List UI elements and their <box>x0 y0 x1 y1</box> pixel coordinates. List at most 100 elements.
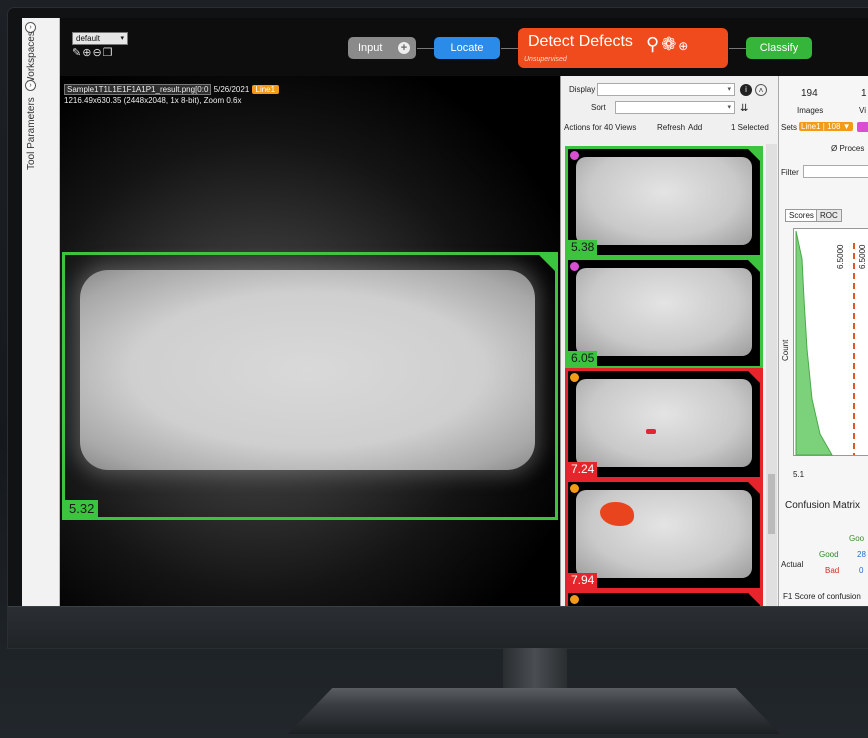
set-dot-icon <box>570 151 579 160</box>
workspaces-tab[interactable]: Workspaces <box>26 31 40 86</box>
add-remove-tool-icon[interactable]: ⊕ <box>678 39 690 53</box>
set-dot-icon <box>570 595 579 604</box>
thumbnail-score: 5.38 <box>568 240 598 255</box>
thumbnail-score: 6.05 <box>568 351 598 366</box>
thumbnail-item[interactable]: 5.38 <box>565 146 763 258</box>
views-count: 1 <box>861 88 867 99</box>
image-filename: Sample1T1L1E1F1A1P1_result.png[0:0 <box>64 84 212 95</box>
confusion-cell-good-good: 28 <box>857 550 866 559</box>
detection-box: 5.32 <box>62 252 558 520</box>
expand-tool-parameters-icon[interactable]: › <box>25 80 36 91</box>
display-select[interactable]: ▾ <box>597 83 735 96</box>
chevron-down-icon: ▾ <box>727 86 731 93</box>
confusion-matrix-title: Confusion Matrix <box>785 500 861 511</box>
image-viewer[interactable]: Sample1T1L1E1F1A1P1_result.png[0:0 5/26/… <box>60 76 560 606</box>
statistics-panel: 194 1 Images Vi Sets Line1 | 108 ▼ Ø Pro… <box>778 76 868 606</box>
confusion-cell-bad-good: 0 <box>859 566 864 575</box>
confusion-row-bad: Bad <box>825 566 840 575</box>
images-label: Images <box>797 106 824 115</box>
image-dimensions: 1216.49x630.35 (2448x2048, 1x 8-bit), Zo… <box>64 96 242 105</box>
confusion-col-good: Goo <box>849 534 865 543</box>
good-flag-icon <box>536 252 558 274</box>
collapse-icon[interactable]: ˄ <box>755 84 767 96</box>
detect-tool-icons: ⚲❁⊕ <box>646 34 690 55</box>
set-tag-2[interactable] <box>857 122 868 132</box>
bad-flag-icon <box>745 590 763 606</box>
thumbnail-item[interactable]: 7.94 <box>565 479 763 591</box>
image-date: 5/26/2021 <box>213 85 250 94</box>
thumbnail-part <box>576 379 752 467</box>
add-tool-icon[interactable]: + <box>398 42 410 54</box>
monitor-chin <box>8 606 868 648</box>
input-tool-label: Input <box>358 42 383 54</box>
confusion-row-good: Good <box>819 550 839 559</box>
process-button[interactable]: Ø Proces <box>831 144 864 153</box>
app-screen: › Workspaces › Tool Parameters default ▾… <box>22 18 868 606</box>
thumbnail-score: 7.24 <box>568 462 598 477</box>
thumbnail-part <box>576 490 752 578</box>
sort-label: Sort <box>591 103 606 112</box>
sort-select[interactable]: ▾ <box>615 101 735 114</box>
bad-flag-icon <box>745 479 763 497</box>
connector-line <box>501 48 518 49</box>
pin-icon[interactable]: ✎ <box>72 47 82 59</box>
tab-roc[interactable]: ROC <box>816 209 842 222</box>
filter-label: Filter <box>781 168 799 177</box>
sets-label: Sets <box>781 123 798 132</box>
connector-line <box>417 48 434 49</box>
monitor-stand-neck <box>503 648 567 692</box>
x-axis-min: 5.1 <box>793 470 805 479</box>
image-info: Sample1T1L1E1F1A1P1_result.png[0:0 5/26/… <box>64 84 280 106</box>
threshold-label: 6.5000 <box>836 244 845 269</box>
locate-tool-button[interactable]: Locate <box>434 37 500 59</box>
thumbnail-list: 5.38 6.05 7.24 7.94 <box>565 144 765 606</box>
count-axis-label: Count <box>781 339 790 361</box>
thumbnail-part <box>576 157 752 245</box>
set-tag[interactable]: Line1 | 108 ▼ <box>799 122 853 131</box>
filter-input[interactable] <box>803 165 868 178</box>
selected-count: 1 Selected <box>731 123 769 132</box>
chevron-down-icon: ▾ <box>727 104 731 111</box>
remove-workspace-icon[interactable]: ⊖ <box>92 47 102 59</box>
monitor-stand-base <box>288 688 780 734</box>
good-flag-icon <box>745 146 763 164</box>
histogram-chart <box>795 230 855 456</box>
workspace-tools: ✎⊕⊖❐ <box>72 46 114 59</box>
sort-direction-icon[interactable]: ⇊ <box>740 103 748 114</box>
detect-defects-title: Detect Defects <box>528 33 633 50</box>
line-tag: Line1 <box>251 85 280 94</box>
tab-scores[interactable]: Scores <box>785 209 818 222</box>
gallery-scrollbar[interactable] <box>766 144 777 606</box>
search-icon[interactable]: ⚲ <box>646 34 661 54</box>
defect-spot <box>646 429 656 434</box>
detect-defects-tool-button[interactable]: Detect Defects Unsupervised ⚲❁⊕ <box>518 28 728 68</box>
thumbnail-item[interactable] <box>565 590 763 606</box>
refresh-link[interactable]: Refresh <box>657 123 685 132</box>
workspace-select-value: default <box>76 34 101 43</box>
tool-parameters-tab[interactable]: Tool Parameters <box>26 94 40 174</box>
scrollbar-thumb[interactable] <box>768 474 775 534</box>
set-dot-icon <box>570 262 579 271</box>
thumbnail-item[interactable]: 7.24 <box>565 368 763 480</box>
set-dot-icon <box>570 484 579 493</box>
thumbnail-part <box>576 268 752 356</box>
input-tool-button[interactable]: Input + <box>348 37 416 59</box>
copy-workspace-icon[interactable]: ❐ <box>103 47 114 59</box>
images-count: 194 <box>801 88 818 99</box>
image-gallery: Display ▾ i ˄ Sort ▾ ⇊ Actions for 40 Vi… <box>560 76 778 606</box>
tool-chain-toolbar: default ▾ ✎⊕⊖❐ Input + Locate Detect Def… <box>60 18 868 76</box>
defect-score: 5.32 <box>65 500 99 517</box>
views-label: Vi <box>859 106 866 115</box>
detect-defects-mode: Unsupervised <box>524 56 567 63</box>
thumbnail-item[interactable]: 6.05 <box>565 257 763 369</box>
add-link[interactable]: Add <box>688 123 702 132</box>
good-flag-icon <box>745 257 763 275</box>
workspace-select[interactable]: default ▾ <box>72 32 128 45</box>
brain-icon[interactable]: ❁ <box>661 34 678 54</box>
info-icon[interactable]: i <box>740 84 752 96</box>
add-workspace-icon[interactable]: ⊕ <box>82 47 92 59</box>
classify-tool-button[interactable]: Classify <box>746 37 812 59</box>
threshold-label-2: 6.5000 <box>858 244 867 269</box>
chevron-down-icon: ▾ <box>120 35 124 42</box>
thumbnail-score: 7.94 <box>568 573 598 588</box>
